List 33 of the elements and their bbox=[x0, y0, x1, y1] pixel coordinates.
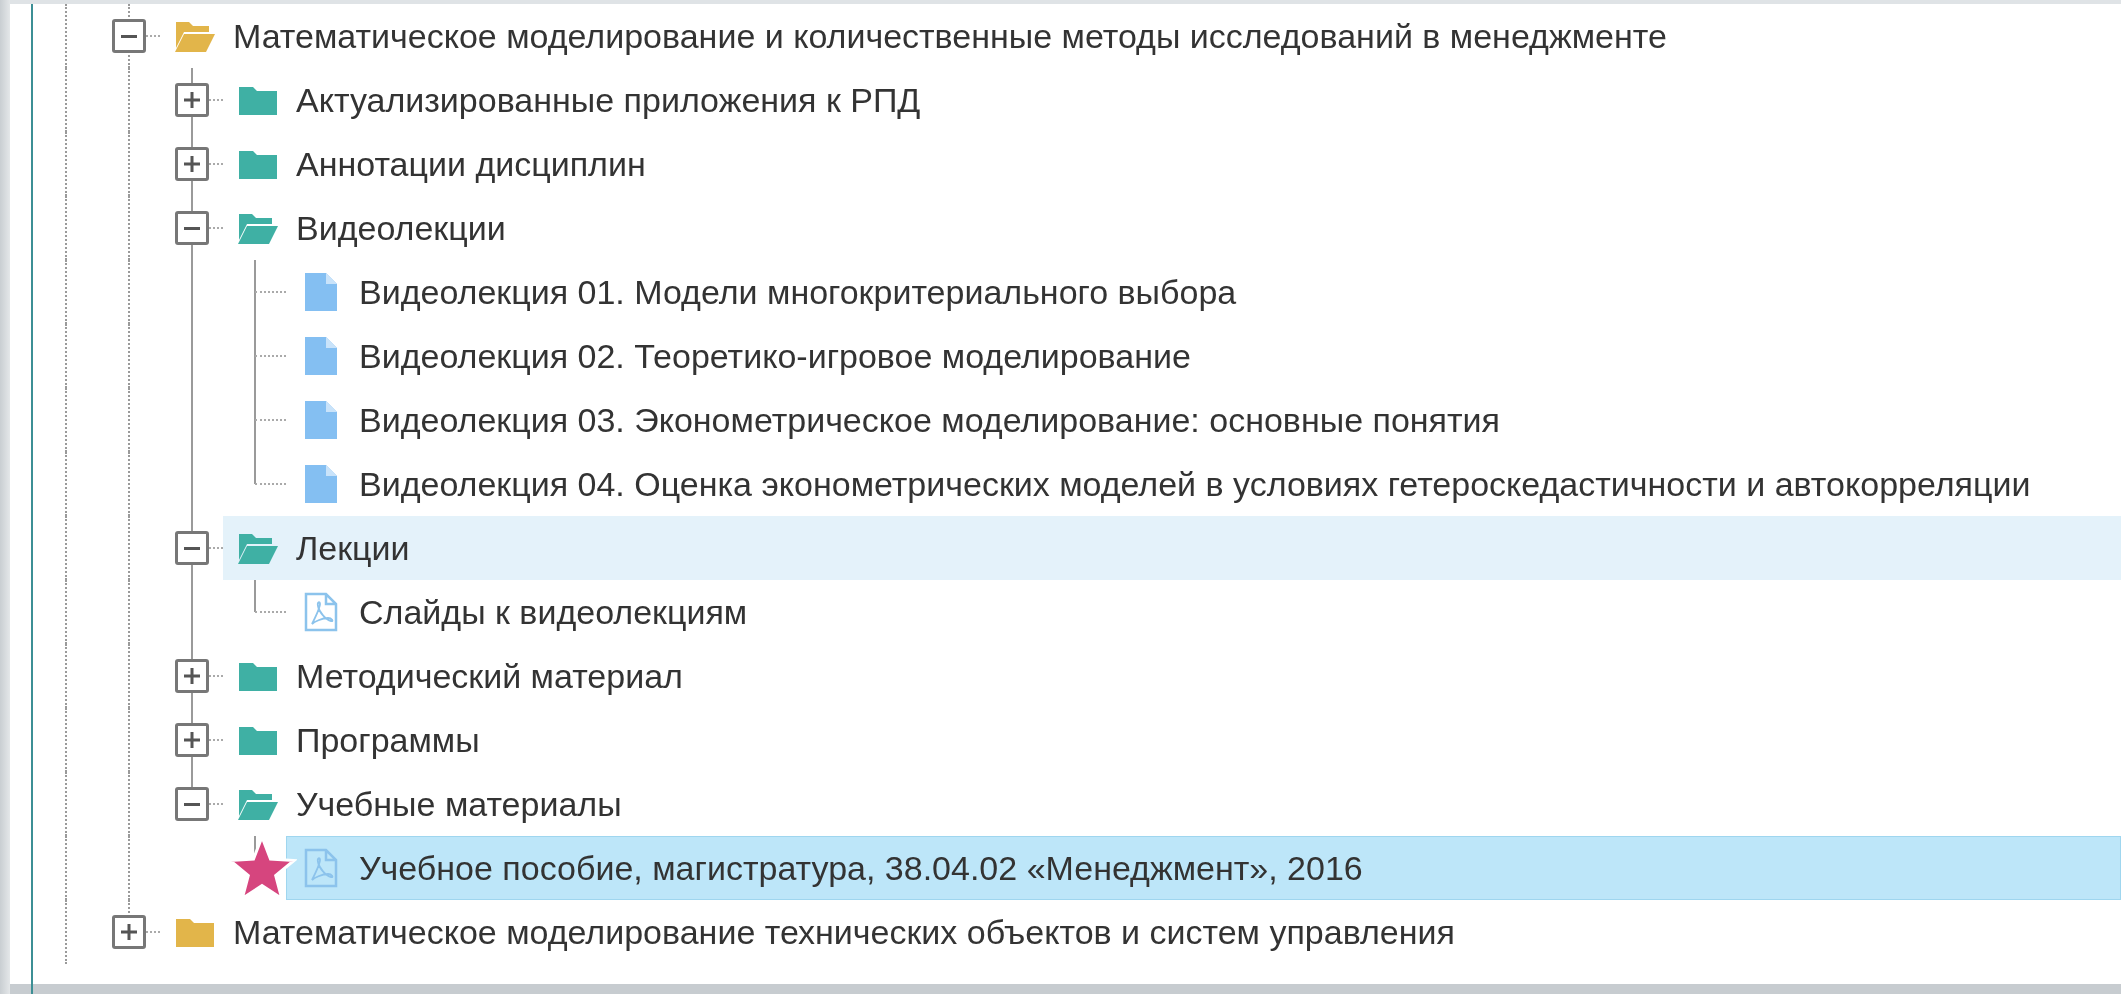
collapse-button[interactable] bbox=[175, 531, 209, 565]
collapse-button[interactable] bbox=[175, 211, 209, 245]
plus-icon bbox=[184, 732, 200, 748]
minus-icon bbox=[184, 546, 200, 550]
tree-item[interactable]: Слайды к видеолекциям bbox=[286, 580, 2121, 644]
tree-item[interactable]: Программы bbox=[223, 708, 2121, 772]
tree-item[interactable]: Аннотации дисциплин bbox=[223, 132, 2121, 196]
minus-icon bbox=[121, 34, 137, 38]
tree-item[interactable]: Методический материал bbox=[223, 644, 2121, 708]
tree-item[interactable]: Актуализированные приложения к РПД bbox=[223, 68, 2121, 132]
collapse-button[interactable] bbox=[175, 787, 209, 821]
minus-icon bbox=[184, 802, 200, 806]
expand-button[interactable] bbox=[175, 723, 209, 757]
tree-item[interactable]: Лекции bbox=[223, 516, 2121, 580]
plus-icon bbox=[184, 92, 200, 108]
tree-item[interactable]: Видеолекция 02. Теоретико-игровое моделирование bbox=[286, 324, 2121, 388]
plus-icon bbox=[184, 156, 200, 172]
minus-icon bbox=[184, 226, 200, 230]
expand-button[interactable] bbox=[112, 915, 146, 949]
expand-button[interactable] bbox=[175, 83, 209, 117]
tree-item[interactable]: Видеолекция 04. Оценка эконометрических моделей в условиях гетероскедастичности и автокорреляции bbox=[286, 452, 2121, 516]
plus-icon bbox=[121, 924, 137, 940]
tree-item[interactable]: Математическое моделирование и количественные методы исследований в менеджменте bbox=[160, 4, 2121, 68]
expand-button[interactable] bbox=[175, 659, 209, 693]
tree-item[interactable]: Видеолекции bbox=[223, 196, 2121, 260]
tree-item[interactable]: Учебное пособие, магистратура, 38.04.02 «Менеджмент», 2016 bbox=[286, 836, 2121, 900]
collapse-button[interactable] bbox=[112, 19, 146, 53]
expand-button[interactable] bbox=[175, 147, 209, 181]
tree-item[interactable]: Видеолекция 01. Модели многокритериального выбора bbox=[286, 260, 2121, 324]
tree-item[interactable]: Видеолекция 03. Эконометрическое моделирование: основные понятия bbox=[286, 388, 2121, 452]
tree-item[interactable]: Учебные материалы bbox=[223, 772, 2121, 836]
tree-item[interactable]: Математическое моделирование технических объектов и систем управления bbox=[160, 900, 2121, 964]
plus-icon bbox=[184, 668, 200, 684]
